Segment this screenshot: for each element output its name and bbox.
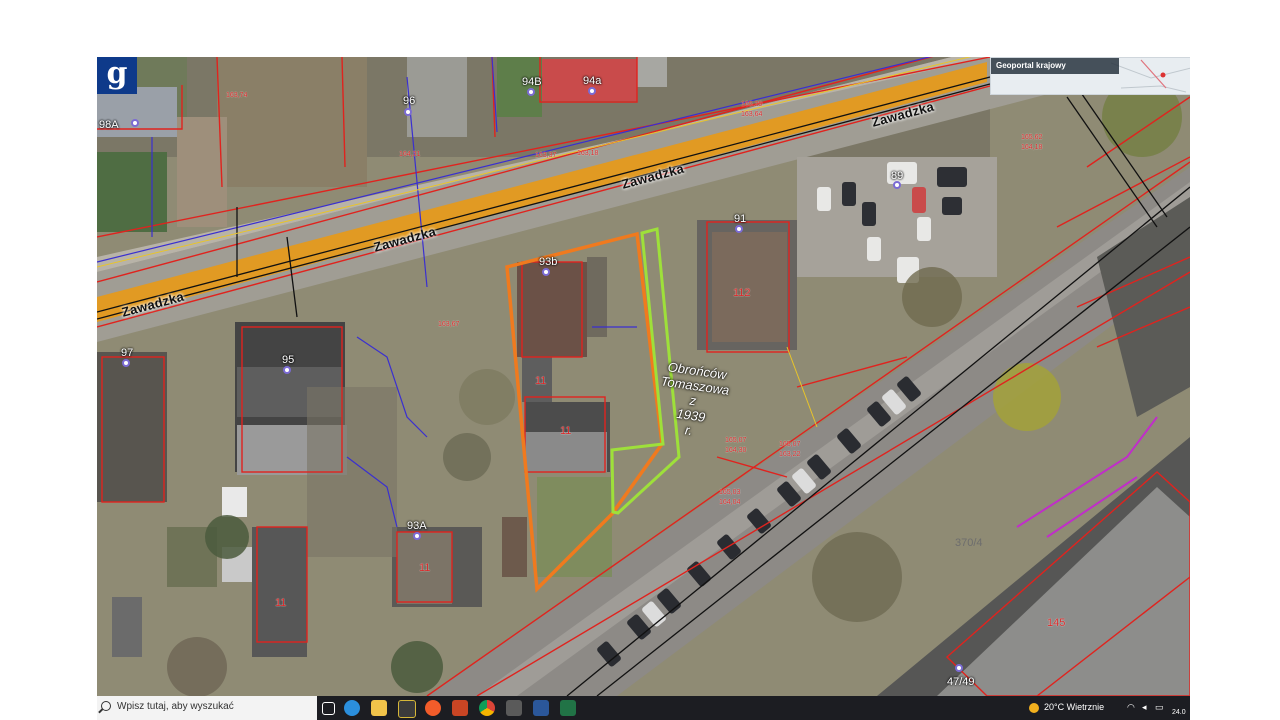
address-point-icon[interactable] xyxy=(527,88,535,96)
house-number: 95 xyxy=(282,354,295,366)
file-explorer-icon[interactable] xyxy=(371,700,387,716)
address-point-icon[interactable] xyxy=(588,87,596,95)
house-number: 94a xyxy=(583,75,602,87)
parcel-label: 112 xyxy=(733,287,751,299)
archiver-icon[interactable] xyxy=(398,700,416,718)
geoportal-logo-icon[interactable]: g xyxy=(97,57,137,94)
map-view[interactable]: g Geoportal krajowy Zawadzka Zawadzka Za… xyxy=(97,57,1190,696)
address-point-icon[interactable] xyxy=(735,225,743,233)
parcel-label: 11 xyxy=(535,375,547,387)
weather-text[interactable]: 20°C Wietrznie xyxy=(1044,702,1104,712)
search-icon xyxy=(101,701,111,711)
volume-icon[interactable]: ◂ xyxy=(1142,702,1147,713)
elevation-label: 165,03 xyxy=(719,489,741,496)
logo-letter: g xyxy=(106,57,128,91)
weather-icon[interactable] xyxy=(1029,703,1039,713)
powerpoint-icon[interactable] xyxy=(452,700,468,716)
memorial-street-label: Obrońców Tomaszowa z 1939 r. xyxy=(653,358,733,442)
elevation-label: 163,74 xyxy=(226,92,248,99)
network-icon[interactable]: ◠ xyxy=(1127,702,1135,713)
orthophoto-map xyxy=(97,57,1190,696)
search-placeholder: Wpisz tutaj, aby wyszukać xyxy=(117,701,234,712)
elevation-label: 164,31 xyxy=(399,151,421,158)
media-icon[interactable] xyxy=(506,700,522,716)
house-number: 97 xyxy=(121,347,134,359)
elevation-label: 165,07 xyxy=(779,441,801,448)
address-point-icon[interactable] xyxy=(413,532,421,540)
overview-title: Geoportal krajowy xyxy=(991,58,1119,74)
house-number: 94B xyxy=(522,76,542,88)
elevation-label: 164,18 xyxy=(1021,144,1043,151)
screen-capture: g Geoportal krajowy Zawadzka Zawadzka Za… xyxy=(97,57,1190,720)
elevation-label: 163,18 xyxy=(577,150,599,157)
house-number: 93A xyxy=(407,520,427,532)
house-number: 47/49 xyxy=(947,676,975,688)
house-number: 98A xyxy=(99,119,119,131)
elevation-label: 165,62 xyxy=(1021,134,1043,141)
word-icon[interactable] xyxy=(533,700,549,716)
elevation-label: 165,07 xyxy=(725,437,747,444)
elevation-label: 163,22 xyxy=(779,451,801,458)
address-point-icon[interactable] xyxy=(893,181,901,189)
task-view-icon[interactable] xyxy=(322,702,335,715)
parcel-label: 11 xyxy=(419,562,431,574)
elevation-label: 163,67 xyxy=(438,321,460,328)
firefox-icon[interactable] xyxy=(425,700,441,716)
clock-date[interactable]: 24.0 xyxy=(1172,709,1186,716)
house-number: 93b xyxy=(539,256,558,268)
parcel-label: 11 xyxy=(560,425,572,437)
parcel-label: 370/4 xyxy=(955,537,983,549)
elevation-label: 164,04 xyxy=(719,499,741,506)
house-number: 91 xyxy=(734,213,747,225)
overview-minimap[interactable]: Geoportal krajowy xyxy=(990,57,1190,95)
edge-icon[interactable] xyxy=(344,700,360,716)
elevation-label: 165,29 xyxy=(741,101,763,108)
address-point-icon[interactable] xyxy=(404,108,412,116)
elevation-label: 163,37 xyxy=(535,152,557,159)
house-number: 96 xyxy=(403,95,416,107)
address-point-icon[interactable] xyxy=(122,359,130,367)
address-point-icon[interactable] xyxy=(283,366,291,374)
parcel-label: 145 xyxy=(1047,617,1066,629)
elevation-label: 164,30 xyxy=(725,447,747,454)
battery-icon[interactable]: ▭ xyxy=(1155,702,1164,713)
elevation-label: 163,64 xyxy=(741,111,763,118)
taskbar: Wpisz tutaj, aby wyszukać 20°C Wietrznie… xyxy=(97,696,1190,720)
address-point-icon[interactable] xyxy=(542,268,550,276)
address-point-icon[interactable] xyxy=(955,664,963,672)
parcel-label: 11 xyxy=(275,597,287,609)
chrome-icon[interactable] xyxy=(479,700,495,716)
address-point-icon[interactable] xyxy=(131,119,139,127)
excel-icon[interactable] xyxy=(560,700,576,716)
taskbar-search-box[interactable]: Wpisz tutaj, aby wyszukać xyxy=(97,696,317,720)
